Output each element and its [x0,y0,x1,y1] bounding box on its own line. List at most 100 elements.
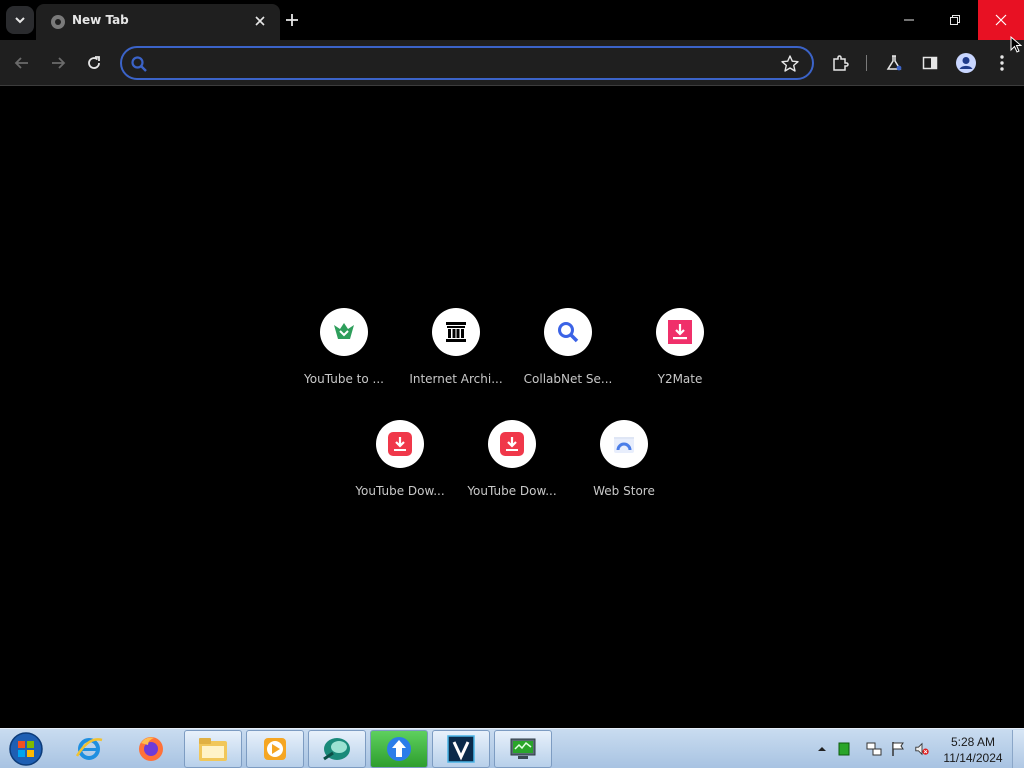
taskbar-app-explorer[interactable] [184,730,242,768]
tray-app[interactable] [836,741,852,757]
shortcut-label: YouTube Dow... [467,484,557,498]
shortcut-tile[interactable]: CollabNet Se... [512,308,624,408]
taskbar-app-uploader[interactable] [370,730,428,768]
tray-volume[interactable] [914,741,930,757]
chevron-up-icon [818,747,826,751]
minimize-icon [904,19,914,21]
shortcut-tile[interactable]: YouTube to ... [288,308,400,408]
plus-icon [286,14,298,26]
profile-button[interactable] [954,51,978,75]
taskbar-app-ie[interactable] [60,730,118,768]
menu-button[interactable] [990,51,1014,75]
internet-explorer-icon [75,738,103,760]
close-icon[interactable] [252,13,268,29]
reload-button[interactable] [82,51,106,75]
y2mate-icon [668,320,692,344]
shortcut-tile[interactable]: Internet Archi... [400,308,512,408]
windows-orb-icon [9,732,43,766]
shortcut-label: YouTube to ... [304,372,384,386]
shortcut-icon-wrap [488,420,536,468]
chrome-favicon-icon [51,15,65,29]
address-input[interactable] [156,53,776,73]
show-hidden-icons-button[interactable] [814,741,830,757]
back-button[interactable] [10,51,34,75]
taskbar-app[interactable] [308,730,366,768]
shortcut-tile[interactable]: Web Store [568,420,680,520]
file-explorer-icon [199,738,227,761]
flask-icon [886,55,902,71]
new-tab-button[interactable] [280,8,304,32]
shortcut-icon-wrap [320,308,368,356]
volume-muted-icon [915,742,929,756]
more-vert-icon [1000,55,1004,71]
collabnet-search-icon [558,322,579,343]
tab-search-button[interactable] [6,6,34,34]
taskbar-clock[interactable]: 5:28 AM 11/14/2024 [940,734,1006,766]
taskbar-app-media-player[interactable] [246,730,304,768]
toolbar-divider [866,55,867,71]
web-store-icon [614,437,634,453]
screen: New Tab YouTube to ... Internet Archi...… [0,0,1024,768]
taskbar-app-v[interactable] [432,730,490,768]
shortcut-icon-wrap [544,308,592,356]
taskbar-app-firefox[interactable] [122,730,180,768]
arrow-right-icon [52,57,66,69]
restore-icon [950,15,960,25]
youtube-downloader-icon [500,432,524,456]
shortcut-tile[interactable]: YouTube Dow... [344,420,456,520]
media-player-icon [264,738,286,760]
side-panel-icon [922,56,938,70]
search-icon [131,56,147,72]
shortcut-label: CollabNet Se... [523,372,613,386]
firefox-icon [139,737,163,761]
extensions-button[interactable] [828,51,852,75]
app-icon [323,738,350,761]
start-button[interactable] [6,730,46,768]
tray-action-center[interactable] [890,741,906,757]
toolbar [0,40,1024,86]
show-desktop-button[interactable] [1012,730,1024,768]
shortcut-label: YouTube Dow... [355,484,445,498]
reload-icon [88,56,100,69]
shortcut-tile[interactable]: YouTube Dow... [456,420,568,520]
close-icon [995,14,1007,26]
labs-button[interactable] [882,51,906,75]
internet-archive-icon [446,322,466,342]
shortcut-icon-wrap [600,420,648,468]
uploader-icon [387,737,411,761]
avatar-icon [956,53,976,73]
v-app-icon [447,735,475,763]
shortcut-label: Y2Mate [657,372,703,386]
shortcut-tile[interactable]: Y2Mate [624,308,736,408]
minimize-button[interactable] [886,0,932,40]
network-icon [866,742,882,756]
taskbar: 5:28 AM 11/14/2024 [0,728,1024,768]
clock-time: 5:28 AM [950,735,996,749]
arrow-left-icon [14,57,28,69]
clock-date: 11/14/2024 [943,751,1003,765]
bookmark-star-icon[interactable] [780,54,800,74]
monitor-app-icon [510,738,536,759]
forward-button[interactable] [46,51,70,75]
mouse-cursor-icon [1010,36,1022,53]
shortcut-icon-wrap [376,420,424,468]
shortcut-icon-wrap [432,308,480,356]
chevron-down-icon [15,17,25,24]
shortcut-label: Web Store [593,484,655,498]
youtube-downloader-icon [388,432,412,456]
flag-icon [892,742,904,756]
close-window-button[interactable] [978,0,1024,40]
restore-button[interactable] [932,0,978,40]
green-square-icon [838,742,850,756]
tab-title: New Tab [72,13,129,27]
tray-network[interactable] [866,741,882,757]
tab-new-tab[interactable]: New Tab [36,4,280,40]
youtube-to-icon [334,323,354,339]
taskbar-app-monitor[interactable] [494,730,552,768]
omnibox[interactable] [120,46,814,80]
tab-strip: New Tab [0,0,1024,40]
puzzle-icon [833,55,849,71]
shortcut-label: Internet Archi... [409,372,503,386]
shortcut-icon-wrap [656,308,704,356]
side-panel-button[interactable] [918,51,942,75]
